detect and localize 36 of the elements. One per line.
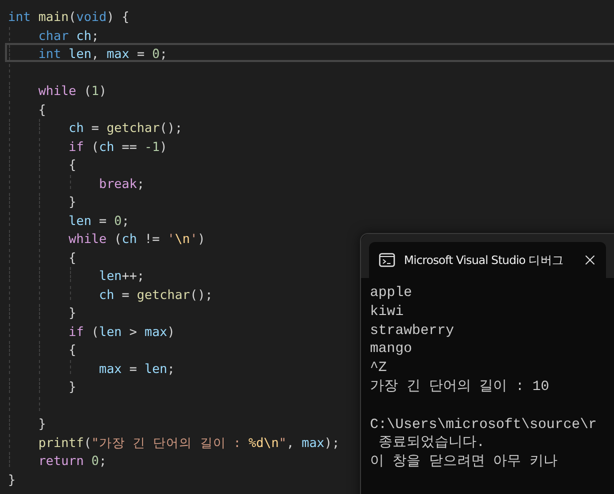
code-line: if (ch == -1) xyxy=(68,138,168,154)
code-line: int main(void) { xyxy=(8,9,130,24)
console-message-line: 종료되었습니다. xyxy=(377,434,486,454)
code-line: return 0; xyxy=(37,453,107,468)
console-message-line: C:\Users\microsoft\source\r xyxy=(370,416,598,434)
code-line: } xyxy=(68,379,76,394)
console-message-line: 이 창을 닫으려면 아무 키나 xyxy=(370,453,559,472)
code-line: break; xyxy=(98,176,144,190)
code-line: { xyxy=(37,102,46,116)
code-line: while (ch != '\n') xyxy=(68,231,206,246)
code-line: ch = getchar(); xyxy=(98,286,213,302)
code-line: } xyxy=(8,472,16,486)
terminal-icon xyxy=(379,253,395,267)
console-output-line: strawberry xyxy=(370,322,456,340)
tab-title: Microsoft Visual Studio 디버그 xyxy=(404,252,564,268)
code-line: { xyxy=(68,157,76,172)
code-line: if (len > max) xyxy=(68,324,175,338)
code-line: while (1) xyxy=(37,83,107,98)
code-line: max = len; xyxy=(98,360,175,376)
code-line: char ch; xyxy=(37,28,100,42)
console-output-line: ^Z xyxy=(370,359,388,378)
code-line: { xyxy=(68,342,76,357)
code-line: } xyxy=(68,305,76,320)
code-line: len++; xyxy=(98,268,144,283)
console-output-line: 가장 긴 단어의 길이 : 10 xyxy=(370,378,550,397)
console-output-line: kiwi xyxy=(370,302,405,322)
console-output-line: mango xyxy=(370,340,414,360)
code-line: len = 0; xyxy=(68,212,130,228)
code-line: } xyxy=(68,194,76,209)
code-line: { xyxy=(68,250,76,264)
code-line: ch = getchar(); xyxy=(68,120,182,135)
code-line: printf("가장 긴 단어의 길이 : %d\n", max); xyxy=(37,434,340,450)
code-line: int len, max = 0; xyxy=(37,46,168,61)
console-tab[interactable]: Microsoft Visual Studio 디버그 xyxy=(369,242,606,278)
code-line: } xyxy=(37,416,46,431)
console-output-line: apple xyxy=(370,284,414,303)
